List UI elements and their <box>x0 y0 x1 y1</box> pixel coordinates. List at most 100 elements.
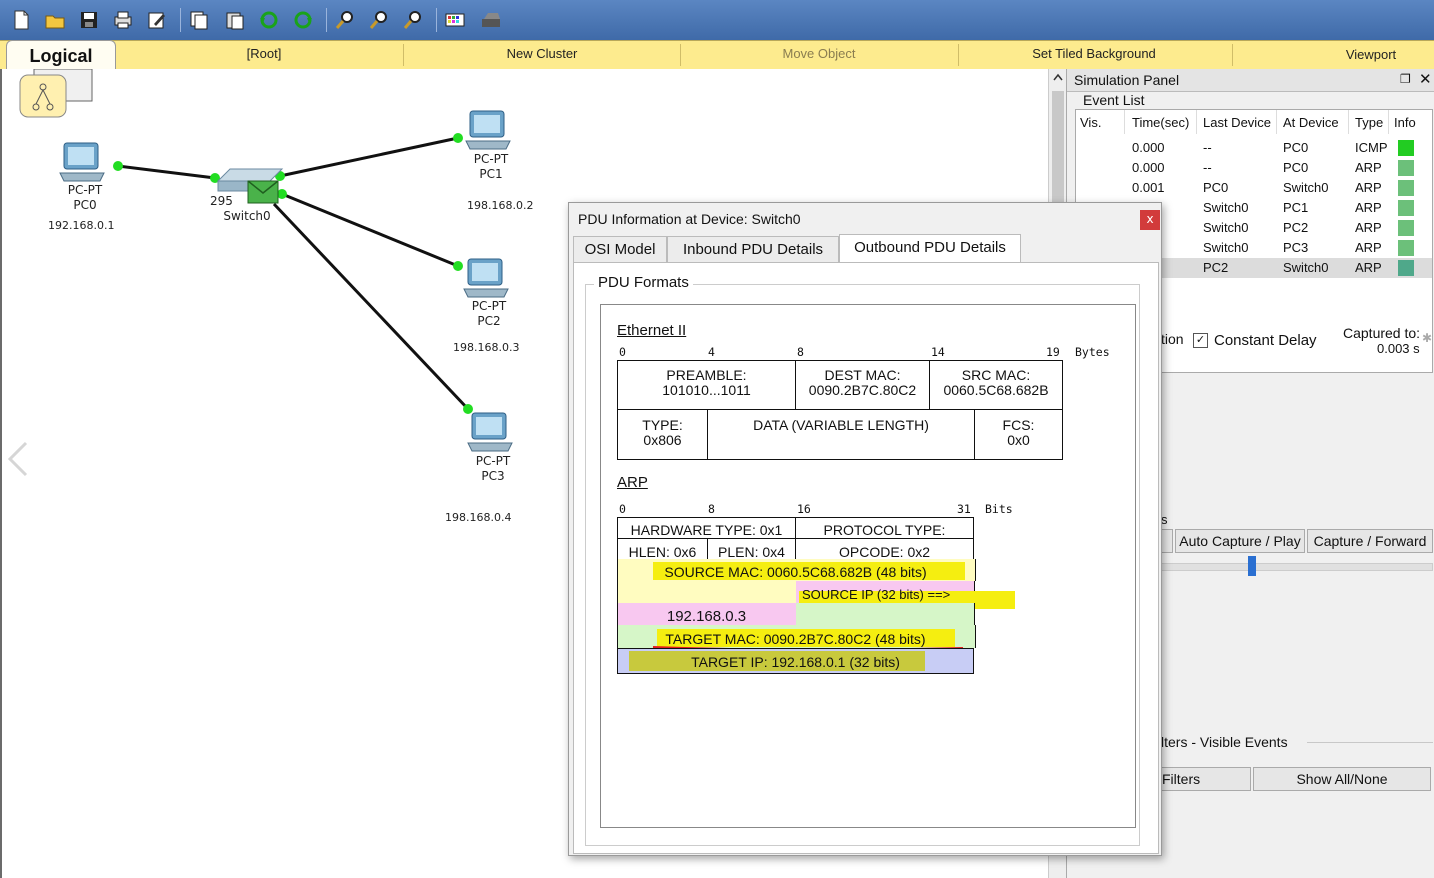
event-last-device: PC0 <box>1203 180 1229 195</box>
close-icon[interactable]: ✕ <box>1419 70 1432 88</box>
partial-button-left[interactable] <box>1161 529 1173 553</box>
device-template-icon[interactable] <box>478 7 504 33</box>
eth-preamble-value: 101010...1011 <box>662 382 751 398</box>
tab-inbound-pdu[interactable]: Inbound PDU Details <box>667 236 839 263</box>
pdu-close-button[interactable]: x <box>1140 210 1160 230</box>
edit-filters-button[interactable]: Filters <box>1161 767 1251 791</box>
restore-icon[interactable]: ❐ <box>1400 72 1411 86</box>
zoom-out-icon[interactable] <box>400 7 426 33</box>
zoom-reset-icon[interactable] <box>366 7 392 33</box>
event-color-swatch[interactable] <box>1398 200 1414 216</box>
event-type: ARP <box>1355 260 1382 275</box>
play-speed-slider[interactable] <box>1161 563 1433 571</box>
event-type: ARP <box>1355 220 1382 235</box>
event-row[interactable]: 0.001 PC0 Switch0 ARP <box>1076 178 1432 198</box>
root-button[interactable]: [Root] <box>200 46 328 61</box>
paste-icon[interactable] <box>222 7 248 33</box>
pc3-type-label: PC-PT <box>475 454 511 468</box>
auto-capture-play-button[interactable]: Auto Capture / Play <box>1175 529 1305 553</box>
arp-target-mac-row-top <box>796 603 975 625</box>
eth-fcs-label: FCS: <box>1002 417 1035 433</box>
eth-dest-mac-value: 0090.2B7C.80C2 <box>808 382 917 398</box>
simulation-panel-header: Simulation Panel ❐ ✕ <box>1067 69 1434 92</box>
event-type: ARP <box>1355 180 1382 195</box>
arp-source-ip-value: 192.168.0.3 <box>666 608 747 625</box>
simulation-panel-title: Simulation Panel <box>1074 72 1180 88</box>
link-pc0-switch[interactable] <box>113 161 220 183</box>
pc0-name-label: PC0 <box>73 198 97 212</box>
switch-name-label: Switch0 <box>223 209 271 223</box>
arp-hlen: HLEN: 0x6 <box>628 544 697 560</box>
arp-scale-8: 8 <box>708 502 715 516</box>
play-speed-slider-thumb[interactable] <box>1248 556 1256 576</box>
pc1-icon[interactable] <box>465 110 511 150</box>
event-row[interactable]: 0.000 -- PC0 ICMP <box>1076 138 1432 158</box>
tab-osi-model[interactable]: OSI Model <box>573 236 667 263</box>
move-object-button[interactable]: Move Object <box>726 46 912 61</box>
copy-icon[interactable] <box>186 7 212 33</box>
pc2-ip-label: 198.168.0.3 <box>453 341 520 354</box>
event-last-device: Switch0 <box>1203 220 1249 235</box>
logical-view-icon[interactable] <box>19 69 93 118</box>
open-folder-icon[interactable] <box>42 7 68 33</box>
new-file-icon[interactable] <box>8 7 34 33</box>
partial-label-tion: tion <box>1161 331 1184 347</box>
pc2-name-label: PC2 <box>477 314 501 328</box>
event-color-swatch[interactable] <box>1398 240 1414 256</box>
close-icon: x <box>1146 212 1154 226</box>
eth-fcs-value: 0x0 <box>1007 432 1030 448</box>
redo-icon[interactable] <box>290 7 316 33</box>
arp-source-mac: SOURCE MAC: 0060.5C68.682B (48 bits) <box>664 564 927 580</box>
event-type: ARP <box>1355 160 1382 175</box>
col-last-device: Last Device <box>1203 115 1271 130</box>
eth-dest-mac-label: DEST MAC: <box>824 367 901 383</box>
event-color-swatch[interactable] <box>1398 220 1414 236</box>
print-icon[interactable] <box>110 7 136 33</box>
event-color-swatch[interactable] <box>1398 180 1414 196</box>
eth-scale-19: 19 <box>1046 345 1060 359</box>
link-switch-pc1[interactable] <box>275 133 463 181</box>
event-at-device: PC0 <box>1283 160 1309 175</box>
pdu-info-dialog: PDU Information at Device: Switch0 x OSI… <box>568 202 1162 856</box>
eth-scale-14: 14 <box>931 345 945 359</box>
event-row[interactable]: 0.000 -- PC0 ARP <box>1076 158 1432 178</box>
pc0-icon[interactable] <box>59 142 105 182</box>
pc3-icon[interactable] <box>467 412 513 452</box>
link-switch-pc3[interactable] <box>272 202 473 414</box>
scroll-up-icon[interactable] <box>1053 73 1063 81</box>
event-color-swatch[interactable] <box>1398 260 1414 276</box>
event-last-device: -- <box>1203 140 1212 155</box>
edit-icon[interactable] <box>144 7 170 33</box>
link-switch-pc2[interactable] <box>277 189 463 271</box>
captured-to-value: 0.003 s <box>1377 341 1420 356</box>
set-tiled-background-button[interactable]: Set Tiled Background <box>1004 46 1184 61</box>
event-list-label: Event List <box>1083 92 1145 108</box>
event-last-device: PC2 <box>1203 260 1229 275</box>
pc2-type-label: PC-PT <box>471 299 507 313</box>
event-time: 0.000 <box>1132 160 1165 175</box>
tab-outbound-pdu[interactable]: Outbound PDU Details <box>839 234 1021 263</box>
logical-tab[interactable]: Logical <box>6 40 116 69</box>
event-color-swatch[interactable] <box>1398 140 1414 156</box>
undo-icon[interactable] <box>256 7 282 33</box>
new-cluster-button[interactable]: New Cluster <box>450 46 634 61</box>
eth-type-label: TYPE: <box>642 417 683 433</box>
pdu-envelope-icon[interactable] <box>247 180 279 204</box>
viewport-button[interactable]: Viewport <box>1320 47 1422 62</box>
palette-icon[interactable] <box>442 7 468 33</box>
ethernet-title: Ethernet II <box>617 322 687 339</box>
constant-delay-label: Constant Delay <box>1214 332 1317 349</box>
pdu-formats-panel[interactable]: Ethernet II 0 4 8 14 19 Bytes PREAMBLE: … <box>600 304 1136 828</box>
capture-forward-button[interactable]: Capture / Forward <box>1307 529 1433 553</box>
zoom-in-icon[interactable] <box>332 7 358 33</box>
arp-unit: Bits <box>985 502 1013 516</box>
pc2-icon[interactable] <box>463 258 509 298</box>
pc1-type-label: PC-PT <box>473 152 509 166</box>
event-color-swatch[interactable] <box>1398 160 1414 176</box>
event-last-device: Switch0 <box>1203 200 1249 215</box>
save-icon[interactable] <box>76 7 102 33</box>
constant-delay-checkbox[interactable]: ✓ <box>1193 333 1208 348</box>
pdu-dialog-title: PDU Information at Device: Switch0 <box>578 211 801 227</box>
show-all-none-button[interactable]: Show All/None <box>1253 767 1431 791</box>
chevron-left-icon[interactable] <box>6 441 32 477</box>
